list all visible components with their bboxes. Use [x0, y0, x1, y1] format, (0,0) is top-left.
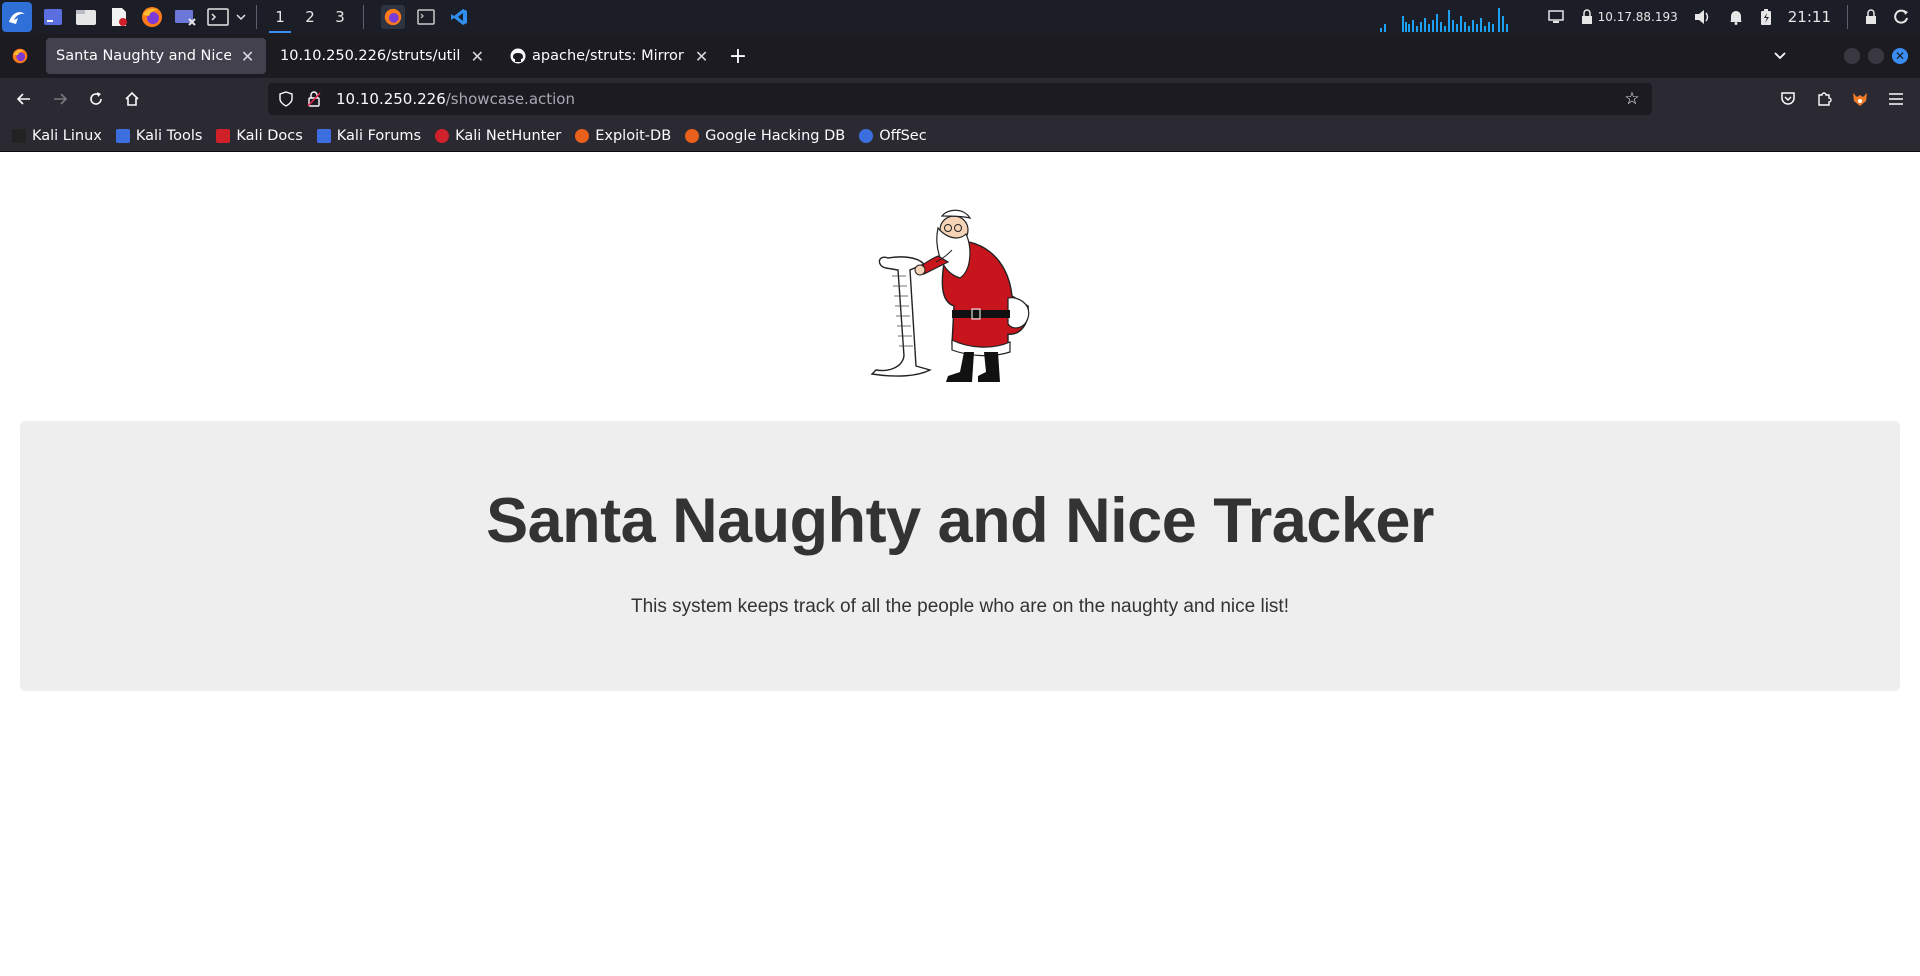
close-window-button[interactable]: ✕ [1892, 48, 1908, 64]
text-editor-icon[interactable] [107, 5, 131, 29]
bookmark-kali-nethunter[interactable]: Kali NetHunter [431, 122, 565, 150]
jumbotron: Santa Naughty and Nice Tracker This syst… [20, 421, 1900, 691]
url-text[interactable]: 10.10.250.226/showcase.action [336, 90, 575, 108]
vpn-lock-icon [1581, 9, 1592, 24]
kali-menu-icon[interactable] [2, 2, 32, 32]
screenshot-icon[interactable] [173, 5, 197, 29]
bookmark-kali-linux[interactable]: Kali Linux [8, 122, 106, 150]
bookmark-kali-tools[interactable]: Kali Tools [112, 122, 207, 150]
foxyproxy-icon[interactable] [1842, 81, 1878, 117]
bookmark-exploit-db[interactable]: Exploit-DB [571, 122, 675, 150]
browser-tab-strip: Santa Naughty and Nice Trac ✕ 10.10.250.… [0, 34, 1920, 78]
desktop-taskbar: 1 2 3 10.17.88.193 21:11 [0, 0, 1920, 34]
url-bar[interactable]: 10.10.250.226/showcase.action ☆ [268, 83, 1652, 115]
bookmark-google-hacking-db[interactable]: Google Hacking DB [681, 122, 849, 150]
home-button[interactable] [114, 81, 150, 117]
hamburger-menu-icon[interactable] [1878, 81, 1914, 117]
workspace-1[interactable]: 1 [265, 0, 295, 34]
vpn-ip-address: 10.17.88.193 [1597, 10, 1678, 24]
web-page-content: Santa Naughty and Nice Tracker This syst… [0, 152, 1920, 976]
kali-nethunter-icon [435, 128, 450, 143]
bookmark-kali-docs[interactable]: Kali Docs [212, 122, 306, 150]
close-icon[interactable]: ✕ [469, 47, 486, 66]
workspace-3[interactable]: 3 [325, 0, 355, 34]
tab-title: 10.10.250.226/struts/utils.js [280, 48, 461, 64]
workspace-2[interactable]: 2 [295, 0, 325, 34]
minimize-button[interactable] [1844, 48, 1860, 64]
github-icon [510, 48, 526, 64]
new-tab-button[interactable]: + [720, 38, 756, 74]
lock-screen-icon[interactable] [1864, 0, 1878, 34]
close-icon[interactable]: ✕ [239, 47, 256, 66]
vpn-status[interactable]: 10.17.88.193 [1580, 0, 1678, 34]
volume-icon[interactable] [1694, 0, 1712, 34]
notifications-bell-icon[interactable] [1728, 0, 1744, 34]
bookmark-offsec[interactable]: OffSec [855, 122, 931, 150]
vscode-window-icon[interactable] [447, 5, 471, 29]
tab-apache-struts[interactable]: apache/struts: Mirror of A ✕ [500, 38, 720, 74]
kali-dragon-icon [12, 128, 26, 143]
terminal-icon[interactable] [206, 5, 230, 29]
battery-icon[interactable] [1760, 0, 1772, 34]
power-icon[interactable] [1894, 0, 1910, 34]
offsec-icon [859, 128, 874, 143]
terminal-window-icon[interactable] [414, 5, 438, 29]
url-host: 10.10.250.226 [336, 90, 446, 108]
dropdown-icon[interactable] [234, 5, 248, 29]
bookmarks-toolbar: Kali Linux Kali Tools Kali Docs Kali For… [0, 120, 1920, 152]
bookmark-kali-forums[interactable]: Kali Forums [313, 122, 425, 150]
tab-title: Santa Naughty and Nice Trac [56, 48, 232, 64]
taskbar-separator [1847, 5, 1848, 29]
url-path: /showcase.action [445, 90, 575, 108]
tab-santa-tracker[interactable]: Santa Naughty and Nice Trac ✕ [46, 38, 266, 74]
list-all-tabs-chevron-icon[interactable] [1760, 34, 1800, 78]
clock[interactable]: 21:11 [1788, 0, 1831, 34]
tab-title: apache/struts: Mirror of A [532, 48, 685, 64]
bookmark-star-icon[interactable]: ☆ [1620, 87, 1644, 111]
reload-button[interactable] [78, 81, 114, 117]
pocket-icon[interactable] [1770, 81, 1806, 117]
file-manager-icon[interactable] [74, 5, 98, 29]
close-icon[interactable]: ✕ [693, 47, 710, 66]
forward-button[interactable] [42, 81, 78, 117]
terminal-launcher-icon[interactable] [41, 5, 65, 29]
taskbar-separator [363, 5, 364, 29]
page-title: Santa Naughty and Nice Tracker [486, 486, 1434, 556]
navigation-toolbar: 10.10.250.226/showcase.action ☆ [0, 78, 1920, 120]
exploit-db-icon [575, 128, 590, 143]
network-graph [1379, 8, 1508, 32]
kali-docs-icon [216, 128, 231, 143]
tab-utils-js[interactable]: 10.10.250.226/struts/utils.js ✕ [270, 38, 496, 74]
firefox-window-icon[interactable] [381, 5, 405, 29]
maximize-button[interactable] [1868, 48, 1884, 64]
tracking-protection-shield-icon[interactable] [272, 83, 300, 115]
page-description: This system keeps track of all the peopl… [631, 596, 1289, 617]
santa-image [870, 209, 1030, 382]
kali-tools-icon [115, 128, 130, 143]
firefox-icon[interactable] [140, 5, 164, 29]
kali-forums-icon [316, 128, 331, 143]
back-button[interactable] [6, 81, 42, 117]
insecure-lock-icon[interactable] [300, 83, 328, 115]
google-hacking-db-icon [685, 128, 700, 143]
extensions-puzzle-icon[interactable] [1806, 81, 1842, 117]
display-icon[interactable] [1547, 0, 1564, 34]
firefox-view-icon[interactable] [0, 34, 40, 78]
taskbar-separator [256, 5, 257, 29]
